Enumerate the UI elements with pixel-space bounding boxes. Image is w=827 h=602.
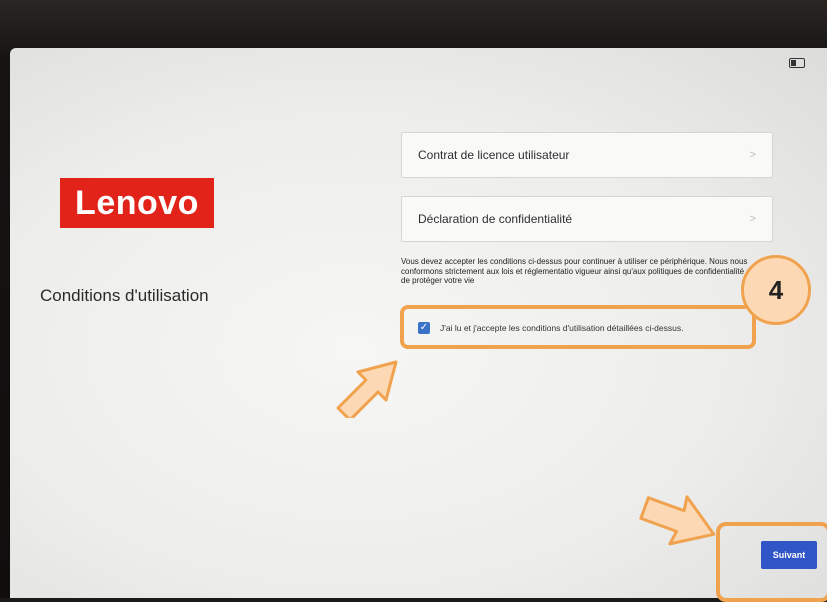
license-agreement-label: Contrat de licence utilisateur xyxy=(418,148,570,162)
next-button-highlight xyxy=(716,522,827,602)
pointer-arrow-icon xyxy=(336,360,398,418)
chevron-right-icon: > xyxy=(749,213,756,225)
battery-icon xyxy=(789,58,805,68)
license-agreement-item[interactable]: Contrat de licence utilisateur > xyxy=(401,132,773,178)
step-number-badge: 4 xyxy=(741,255,811,325)
privacy-statement-item[interactable]: Déclaration de confidentialité > xyxy=(401,196,773,242)
pointer-arrow-icon xyxy=(639,495,716,546)
lenovo-logo: Lenovo xyxy=(60,178,214,228)
privacy-statement-label: Déclaration de confidentialité xyxy=(418,212,573,226)
chevron-right-icon: > xyxy=(749,149,756,161)
checkbox-highlight xyxy=(400,305,756,349)
page-title: Conditions d'utilisation xyxy=(40,286,209,305)
terms-notice: Vous devez accepter les conditions ci-de… xyxy=(401,257,760,285)
